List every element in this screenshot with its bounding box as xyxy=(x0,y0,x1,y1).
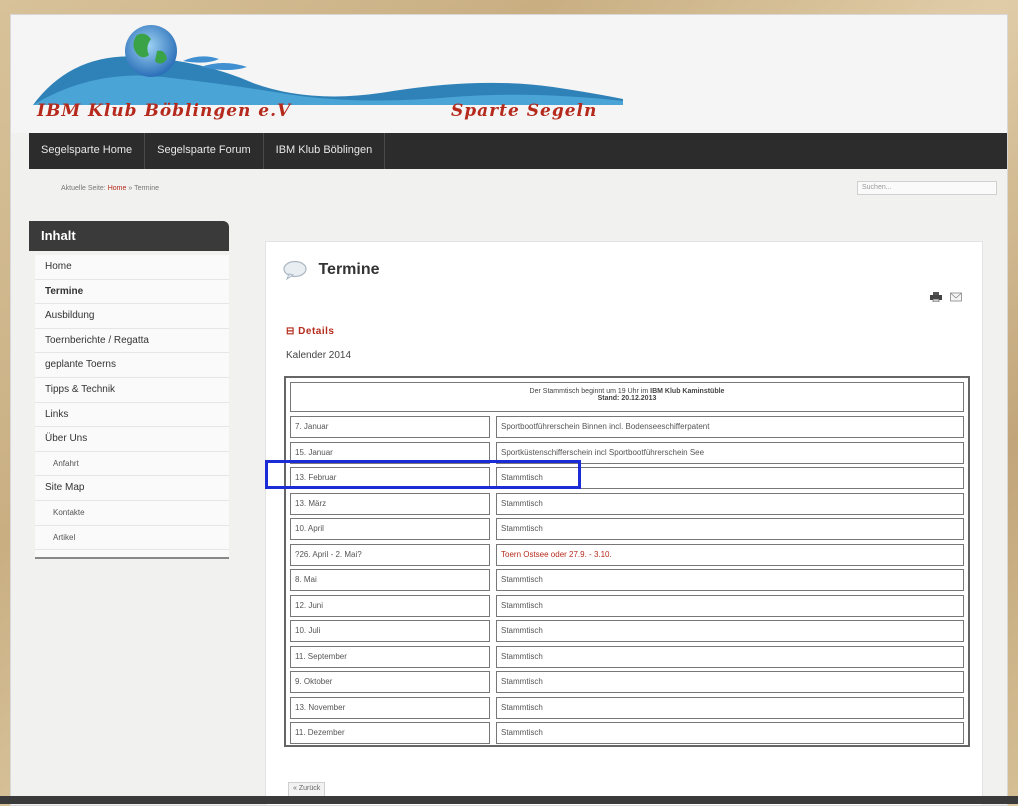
breadcrumb-separator: » xyxy=(128,185,133,192)
table-row: 9. Oktober Stammtisch xyxy=(290,671,964,693)
sidebar-item-geplante-toerns[interactable]: geplante Toerns xyxy=(35,353,229,378)
row-date: 13. November xyxy=(290,696,490,719)
page-title: Termine xyxy=(318,261,380,278)
row-event: Stammtisch xyxy=(496,492,964,515)
sidebar-item-site-map[interactable]: Site Map xyxy=(35,476,229,501)
row-date: 11. September xyxy=(290,645,490,668)
breadcrumb-bar: Aktuelle Seite: Home » Termine Suchen... xyxy=(29,171,997,205)
sidebar-item-tipps-technik[interactable]: Tipps & Technik xyxy=(35,378,229,403)
row-date: 10. Juli xyxy=(290,620,490,642)
sidebar-title: Inhalt xyxy=(29,221,229,251)
nav-item-segelsparte-home[interactable]: Segelsparte Home xyxy=(29,133,146,169)
schedule-header-location: IBM Klub Kaminstüble xyxy=(650,388,725,395)
row-date: 11. Dezember xyxy=(290,722,490,744)
row-event: Stammtisch xyxy=(496,620,964,642)
row-date: 13. Februar xyxy=(290,467,490,489)
row-date: 7. Januar xyxy=(290,416,490,438)
title-row: Termine xyxy=(282,260,380,280)
row-event: Stammtisch xyxy=(496,467,964,489)
sidebar-menu: Home Termine Ausbildung Toernberichte / … xyxy=(35,255,229,559)
table-row: 12. Juni Stammtisch xyxy=(290,594,964,617)
row-date: 13. März xyxy=(290,492,490,515)
sidebar-item-ausbildung[interactable]: Ausbildung xyxy=(35,304,229,329)
table-row: ?26. April - 2. Mai? Toern Ostsee oder 2… xyxy=(290,543,964,566)
site-subtitle: Sparte Segeln xyxy=(451,101,598,121)
row-date: 9. Oktober xyxy=(290,671,490,693)
print-icon[interactable] xyxy=(930,292,942,302)
row-event: Stammtisch xyxy=(496,569,964,591)
sidebar: Inhalt Home Termine Ausbildung Toernberi… xyxy=(29,221,239,559)
schedule-header: Der Stammtisch beginnt um 19 Uhr im IBM … xyxy=(290,382,964,412)
details-icon: ⊟ xyxy=(286,326,299,337)
breadcrumb-home-link[interactable]: Home xyxy=(108,185,127,192)
row-date: ?26. April - 2. Mai? xyxy=(290,543,490,566)
row-event: Sportbootführerschein Binnen incl. Boden… xyxy=(496,416,964,438)
table-row: 13. März Stammtisch xyxy=(290,492,964,515)
table-row: 13. Februar Stammtisch xyxy=(290,467,964,489)
search-input[interactable]: Suchen... xyxy=(857,181,997,195)
row-date: 10. April xyxy=(290,518,490,540)
table-row: 15. Januar Sportküstenschifferschein inc… xyxy=(290,441,964,464)
globe-wave-logo[interactable] xyxy=(33,21,633,105)
schedule-header-date: Stand: 20.12.2013 xyxy=(597,395,657,402)
email-icon[interactable] xyxy=(950,292,962,302)
table-row: 10. Juli Stammtisch xyxy=(290,620,964,642)
row-event: Stammtisch xyxy=(496,645,964,668)
row-event: Stammtisch xyxy=(496,671,964,693)
main-navigation: Segelsparte Home Segelsparte Forum IBM K… xyxy=(29,133,1007,169)
row-event: Stammtisch xyxy=(496,594,964,617)
speech-bubble-icon xyxy=(283,260,307,280)
row-event: Sportküstenschifferschein incl Sportboot… xyxy=(496,441,964,464)
sidebar-item-ueber-uns[interactable]: Über Uns xyxy=(35,427,229,452)
row-event: Stammtisch xyxy=(496,518,964,540)
site-header: IBM Klub Böblingen e.V Sparte Segeln xyxy=(11,15,1007,133)
table-row: 11. September Stammtisch xyxy=(290,645,964,668)
sidebar-item-anfahrt[interactable]: Anfahrt xyxy=(35,452,229,477)
sidebar-item-kontakte[interactable]: Kontakte xyxy=(35,501,229,526)
row-date: 12. Juni xyxy=(290,594,490,617)
schedule-header-text: Der Stammtisch beginnt um 19 Uhr im xyxy=(529,388,649,395)
breadcrumb-current: Termine xyxy=(134,185,159,192)
sidebar-item-termine[interactable]: Termine xyxy=(35,280,229,305)
table-row: 13. November Stammtisch xyxy=(290,696,964,719)
row-date: 8. Mai xyxy=(290,569,490,591)
footer-bar xyxy=(0,796,1018,804)
table-row: 10. April Stammtisch xyxy=(290,518,964,540)
row-event: Stammtisch xyxy=(496,722,964,744)
table-row: 7. Januar Sportbootführerschein Binnen i… xyxy=(290,416,964,438)
sidebar-item-home[interactable]: Home xyxy=(35,255,229,280)
row-event: Stammtisch xyxy=(496,696,964,719)
sidebar-item-artikel[interactable]: Artikel xyxy=(35,526,229,551)
calendar-title: Kalender 2014 xyxy=(286,350,352,361)
sidebar-item-links[interactable]: Links xyxy=(35,403,229,428)
breadcrumb-prefix: Aktuelle Seite: xyxy=(61,185,106,192)
details-heading: ⊟ Details xyxy=(286,326,334,337)
breadcrumb: Aktuelle Seite: Home » Termine xyxy=(61,185,159,192)
sidebar-item-toernberichte[interactable]: Toernberichte / Regatta xyxy=(35,329,229,354)
site-title: IBM Klub Böblingen e.V xyxy=(37,101,292,121)
table-row: 8. Mai Stammtisch xyxy=(290,569,964,591)
row-event: Toern Ostsee oder 27.9. - 3.10. xyxy=(496,543,964,566)
content-panel: Termine ⊟ Details Kalender 2014 Der Stam… xyxy=(265,241,983,805)
table-row: 11. Dezember Stammtisch xyxy=(290,722,964,744)
row-date: 15. Januar xyxy=(290,441,490,464)
details-label: Details xyxy=(298,326,335,337)
schedule-table: Der Stammtisch beginnt um 19 Uhr im IBM … xyxy=(284,376,970,747)
nav-item-segelsparte-forum[interactable]: Segelsparte Forum xyxy=(145,133,264,169)
nav-item-ibm-klub[interactable]: IBM Klub Böblingen xyxy=(264,133,386,169)
page-container: IBM Klub Böblingen e.V Sparte Segeln Seg… xyxy=(10,14,1008,806)
